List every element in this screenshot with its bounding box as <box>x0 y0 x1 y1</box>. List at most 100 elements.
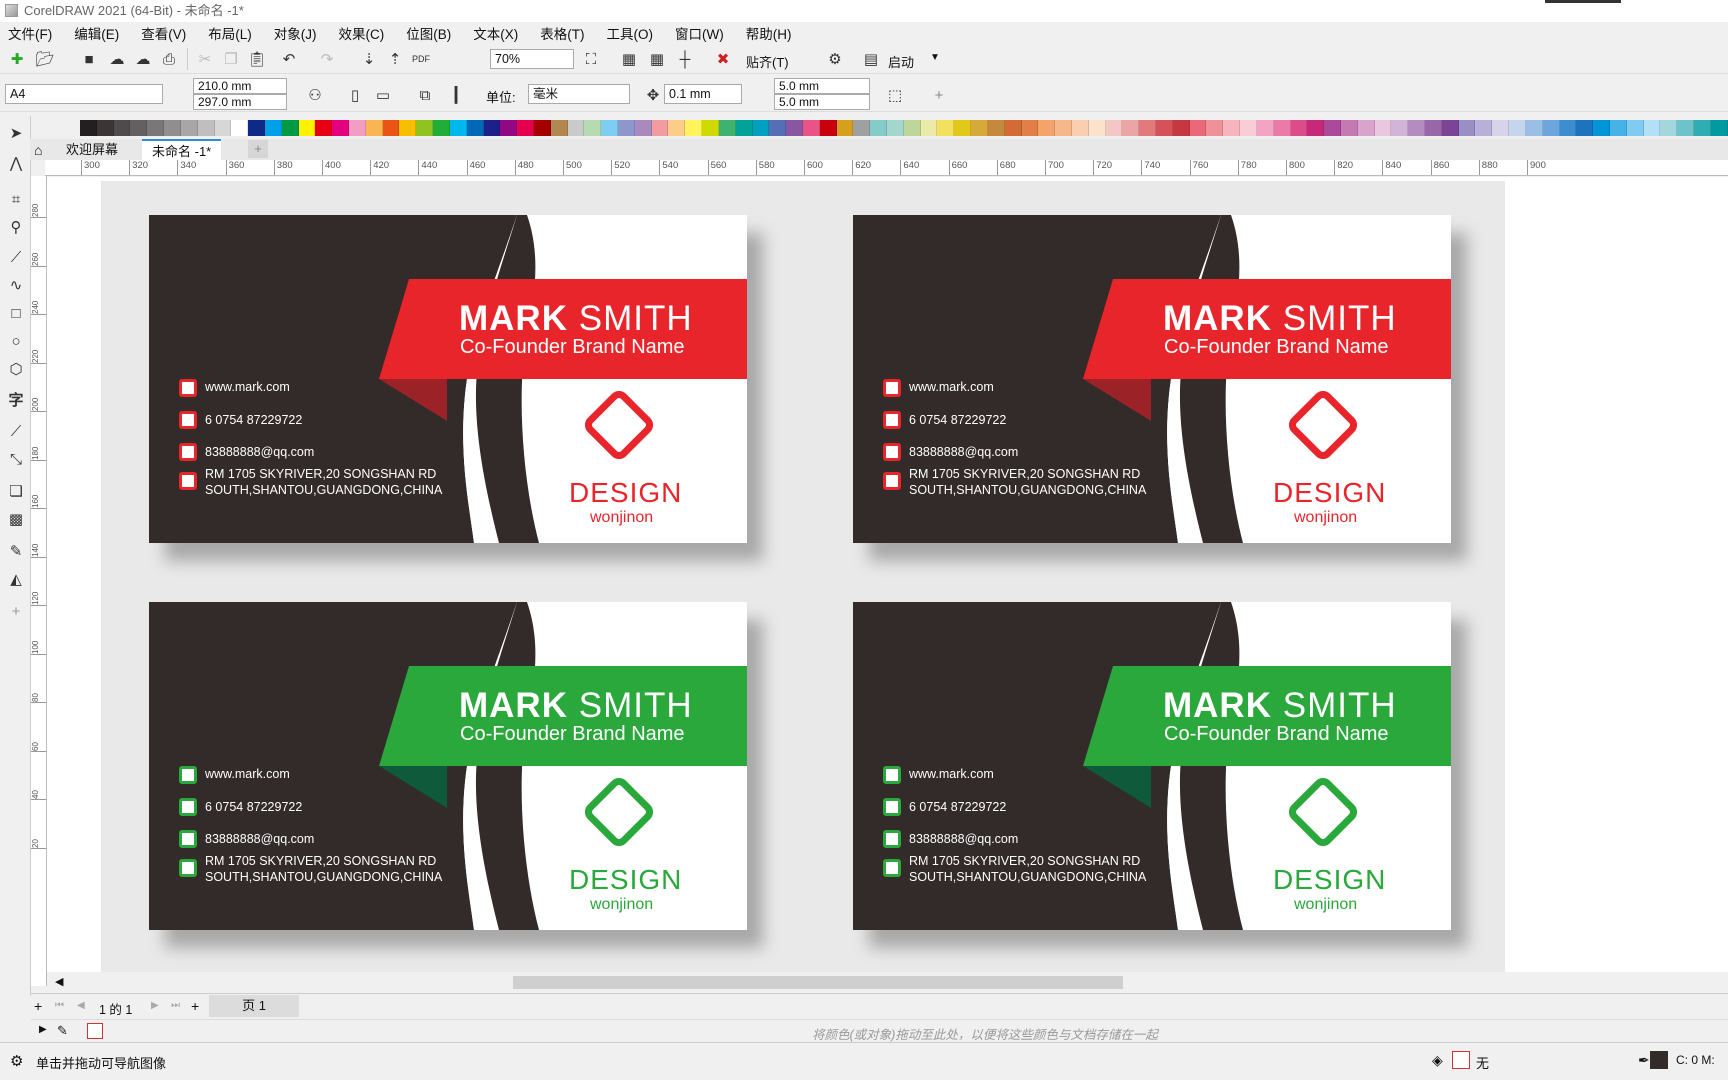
palette-swatch[interactable] <box>870 120 887 136</box>
palette-swatch[interactable] <box>315 120 333 136</box>
menu-file[interactable]: 文件(F) <box>8 23 52 43</box>
palette-swatch[interactable] <box>214 120 232 136</box>
add-page-before-icon[interactable]: + <box>34 998 42 1014</box>
new-document-icon[interactable]: ✚ <box>6 48 28 70</box>
palette-swatch[interactable] <box>147 120 165 136</box>
palette-swatch[interactable] <box>954 120 972 136</box>
parallel-dimension-icon[interactable]: ⟋ <box>5 420 27 442</box>
outline-swatch[interactable] <box>1650 1051 1668 1069</box>
launch-app-icon[interactable]: ▤ <box>860 48 882 70</box>
palette-swatch[interactable] <box>1357 120 1375 136</box>
palette-swatch[interactable] <box>164 120 181 136</box>
pdf-export-icon[interactable]: PDF <box>410 48 432 70</box>
freehand-tool-icon[interactable]: ⟋ <box>5 246 27 268</box>
redo-icon[interactable]: ↷ <box>316 48 338 70</box>
palette-swatch[interactable] <box>1290 120 1308 136</box>
palette-arrow-icon[interactable]: ▶ <box>39 1024 47 1035</box>
palette-swatch[interactable] <box>550 120 568 136</box>
gear-icon[interactable]: ⚙ <box>10 1052 23 1070</box>
palette-swatch[interactable] <box>668 120 686 136</box>
units-select[interactable]: 毫米 <box>528 84 630 104</box>
ellipse-tool-icon[interactable]: ○ <box>5 330 27 352</box>
menu-window[interactable]: 窗口(W) <box>675 23 724 43</box>
palette-swatch[interactable] <box>1677 120 1694 136</box>
palette-swatch[interactable] <box>651 120 669 136</box>
palette-swatch[interactable] <box>332 120 349 136</box>
cut-icon[interactable]: ✂ <box>194 48 216 70</box>
palette-swatch[interactable] <box>1206 120 1224 136</box>
business-card[interactable]: MARK SMITH Co-Founder Brand Name www.mar… <box>149 602 747 930</box>
palette-swatch[interactable] <box>365 120 383 136</box>
palette-swatch[interactable] <box>920 120 938 136</box>
business-card[interactable]: MARK SMITH Co-Founder Brand Name www.mar… <box>853 215 1451 543</box>
palette-swatch[interactable] <box>96 120 114 136</box>
palette-swatch[interactable] <box>853 120 871 136</box>
fill-swatch[interactable] <box>1452 1051 1470 1069</box>
transparency-tool-icon[interactable]: ▩ <box>5 508 27 530</box>
palette-swatch[interactable] <box>349 120 366 136</box>
undo-icon[interactable]: ↶ <box>278 48 300 70</box>
palette-swatch[interactable] <box>180 120 198 136</box>
menu-text[interactable]: 文本(X) <box>473 23 518 43</box>
cloud-upload-icon[interactable]: ☁ <box>106 48 128 70</box>
palette-swatch[interactable] <box>1055 120 1072 136</box>
launch-menu[interactable]: 启动 <box>888 52 914 71</box>
rulers-toggle-icon[interactable]: ▦ <box>618 48 640 70</box>
palette-swatch[interactable] <box>1374 120 1392 136</box>
palette-swatch[interactable] <box>449 120 467 136</box>
business-card[interactable]: MARK SMITH Co-Founder Brand Name www.mar… <box>853 602 1451 930</box>
menu-effects[interactable]: 效果(C) <box>339 23 385 43</box>
guidelines-toggle-icon[interactable]: ┼ <box>674 48 696 70</box>
palette-scroll-controls[interactable] <box>33 120 79 136</box>
connector-tool-icon[interactable]: ⤡ <box>5 448 27 470</box>
palette-swatch[interactable] <box>987 120 1005 136</box>
drop-shadow-icon[interactable]: ❏ <box>5 480 27 502</box>
palette-swatch[interactable] <box>517 120 534 136</box>
palette-swatch[interactable] <box>1021 120 1039 136</box>
snap-off-icon[interactable]: ✖ <box>712 48 734 70</box>
palette-swatch[interactable] <box>80 120 97 136</box>
palette-swatch[interactable] <box>752 120 770 136</box>
palette-swatch[interactable] <box>1105 120 1123 136</box>
home-icon[interactable]: ⌂ <box>34 142 42 158</box>
portrait-icon[interactable]: ▯ <box>344 84 366 106</box>
palette-swatch[interactable] <box>819 120 837 136</box>
palette-swatch[interactable] <box>1324 120 1341 136</box>
eyedropper-icon[interactable]: ✎ <box>57 1023 68 1039</box>
crop-tool-icon[interactable]: ⌗ <box>5 188 27 210</box>
scroll-left-icon[interactable]: ◀ <box>55 975 63 988</box>
scroll-thumb[interactable] <box>513 976 1123 989</box>
export-icon[interactable]: ⇡ <box>384 48 406 70</box>
prev-page-icon[interactable]: ◀ <box>77 1000 85 1011</box>
horizontal-scrollbar[interactable]: ◀ <box>47 972 1728 992</box>
palette-swatch[interactable] <box>618 120 635 136</box>
tab-welcome-screen[interactable]: 欢迎屏幕 <box>56 139 129 160</box>
palette-swatch[interactable] <box>1172 120 1190 136</box>
palette-swatch[interactable] <box>1038 120 1056 136</box>
grid-toggle-icon[interactable]: ▦ <box>646 48 668 70</box>
palette-swatch[interactable] <box>1542 120 1560 136</box>
palette-swatch[interactable] <box>1139 120 1156 136</box>
print-icon[interactable]: ⎙ <box>158 48 180 70</box>
palette-swatch[interactable] <box>130 120 148 136</box>
duplicate-y-field[interactable]: 5.0 mm <box>774 94 870 110</box>
palette-swatch[interactable] <box>483 120 501 136</box>
palette-swatch[interactable] <box>1626 120 1644 136</box>
palette-swatch[interactable] <box>971 120 988 136</box>
palette-swatch[interactable] <box>264 120 282 136</box>
palette-swatch[interactable] <box>197 120 215 136</box>
palette-swatch[interactable] <box>1425 120 1442 136</box>
polygon-tool-icon[interactable]: ⬡ <box>5 358 27 380</box>
all-pages-icon[interactable]: ⚇ <box>304 84 326 106</box>
palette-swatch[interactable] <box>702 120 719 136</box>
nudge-distance-field[interactable]: 0.1 mm <box>664 84 742 104</box>
last-page-icon[interactable]: ⏭ <box>171 1000 180 1011</box>
palette-swatch[interactable] <box>1525 120 1543 136</box>
add-page-after-icon[interactable]: + <box>191 998 199 1014</box>
palette-swatch[interactable] <box>1458 120 1476 136</box>
palette-swatch[interactable] <box>634 120 652 136</box>
pick-tool-icon[interactable]: ➤ <box>5 122 27 144</box>
palette-swatch[interactable] <box>248 120 265 136</box>
palette-swatch[interactable] <box>718 120 736 136</box>
zoom-tool-icon[interactable]: ⚲ <box>5 216 27 238</box>
